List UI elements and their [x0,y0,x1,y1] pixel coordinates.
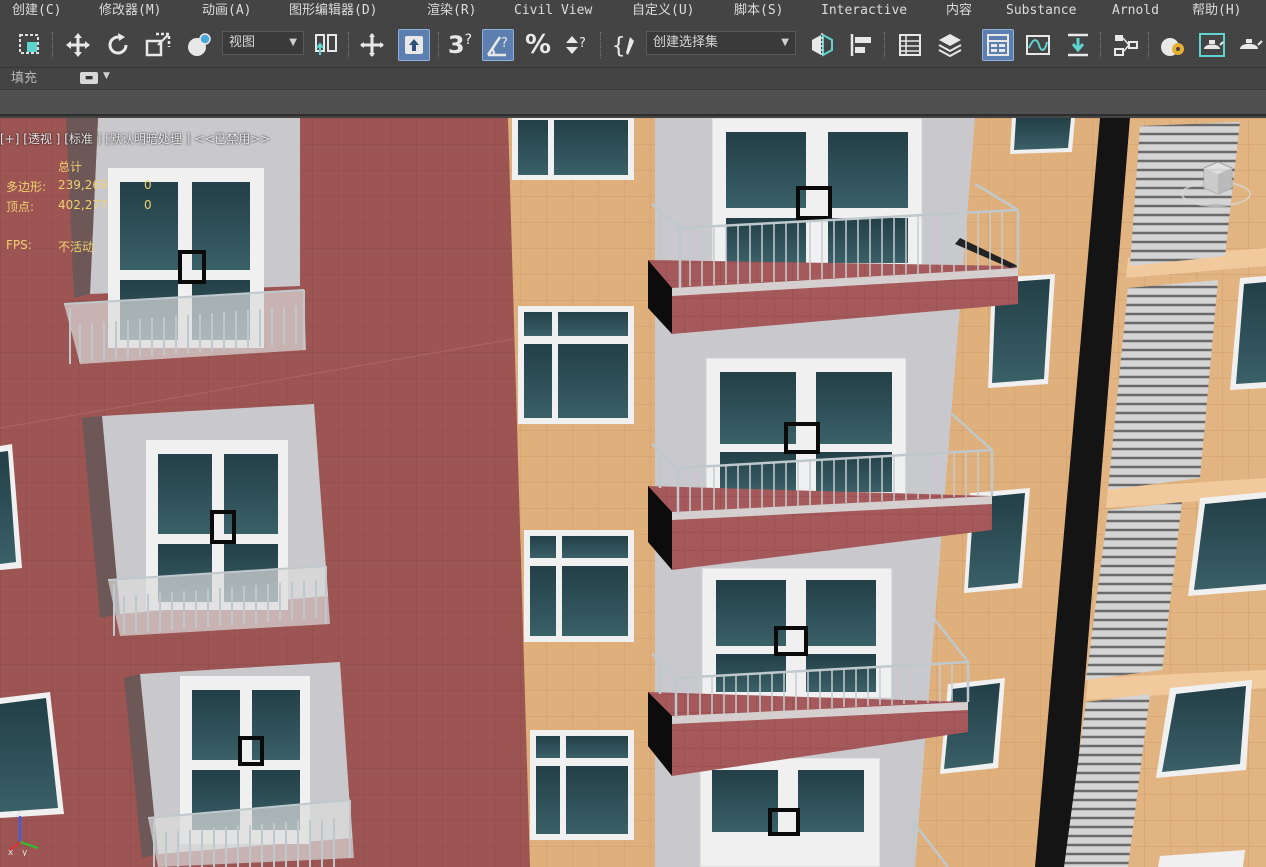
menu-interactive[interactable]: Interactive [821,2,907,20]
axis-tripod-icon: z x y [8,809,39,856]
reference-coordinate-select[interactable]: 视图 ▼ [222,31,304,55]
stats-verts-label: 顶点: [6,200,35,214]
named-selection-placeholder: 创建选择集 [653,35,719,50]
edit-named-selection-icon[interactable]: { [608,29,640,61]
viewport-label[interactable]: [+] [透视 ] [标准 ] [默认明暗处理 ] <<已禁用>> [0,130,270,147]
snap-mode-label: 3 [447,31,465,59]
menu-arnold[interactable]: Arnold [1112,2,1159,20]
svg-text:{: { [612,34,625,59]
toggle-ribbon-icon[interactable] [982,29,1014,61]
axis-label-x: x [8,848,14,856]
stats-polys-label: 多边形: [6,180,47,194]
dope-sheet-icon[interactable] [1062,29,1094,61]
chevron-down-icon[interactable]: ▼ [103,71,110,81]
stats-header: 总计 [58,160,83,174]
schematic-view-icon[interactable] [1110,29,1142,61]
chevron-down-icon: ▼ [781,37,789,48]
menu-rendering[interactable]: 渲染(R) [427,2,476,20]
axis-label-z: z [16,809,21,819]
main-toolbar: 视图 ▼ 3? ? % ? { 创建选择集 ▼ [0,22,1266,68]
toggle-layers-icon[interactable] [934,29,966,61]
menu-bar: 创建(C) 修改器(M) 动画(A) 图形编辑器(D) 渲染(R) Civil … [0,0,1266,22]
axis-label-y: y [22,848,28,856]
stats-verts-selected: 0 [144,198,152,212]
menu-substance[interactable]: Substance [1006,2,1076,20]
stats-fps-label: FPS: [6,238,32,252]
layer-explorer-icon[interactable] [894,29,926,61]
scale-icon[interactable] [142,29,174,61]
menu-graph-editors[interactable]: 图形编辑器(D) [289,2,377,20]
render-setup-icon[interactable] [1196,29,1228,61]
svg-text:?: ? [579,36,586,51]
material-editor-icon[interactable] [1156,29,1188,61]
menu-animation[interactable]: 动画(A) [202,2,251,20]
chevron-down-icon: ▼ [289,37,297,48]
menu-content[interactable]: 内容 [946,2,972,20]
menu-create[interactable]: 创建(C) [12,2,61,20]
spinner-snap-icon[interactable]: ? [560,29,592,61]
toolbar-separator [348,32,350,58]
menu-scripting[interactable]: 脚本(S) [734,2,783,20]
toolbar-separator [600,32,602,58]
snaps-toggle-icon[interactable]: 3? [444,29,476,61]
viewport-scene [0,118,1266,867]
stats-polys-selected: 0 [144,178,152,192]
curve-editor-icon[interactable] [1022,29,1054,61]
menu-customize[interactable]: 自定义(U) [632,2,694,20]
select-manipulate-icon[interactable] [356,29,388,61]
move-icon[interactable] [62,29,94,61]
stats-verts-value: 402,277 [58,198,108,212]
ribbon-bar: 填充 ▬ ▼ [0,68,1266,90]
mirror-icon[interactable] [806,29,838,61]
menu-modifiers[interactable]: 修改器(M) [99,2,161,20]
use-pivot-center-icon[interactable] [310,29,342,61]
viewcube-icon[interactable] [1180,154,1252,212]
rotate-icon[interactable] [102,29,134,61]
toolbar-separator [1100,32,1102,58]
stats-fps-value: 不活动 [58,240,95,254]
reference-coordinate-value: 视图 [229,35,256,50]
place-icon[interactable] [182,29,214,61]
percent-glyph: % [524,30,552,60]
keyboard-shortcut-override-icon[interactable] [398,29,430,61]
select-region-icon[interactable] [14,29,46,61]
toolbar-separator [438,32,440,58]
align-icon[interactable] [846,29,878,61]
menu-help[interactable]: 帮助(H) [1192,2,1241,20]
percent-snap-icon[interactable]: % [522,29,554,61]
ribbon-tab-populate[interactable]: 填充 [11,70,37,88]
menu-civil-view[interactable]: Civil View [514,2,592,20]
render-production-icon[interactable] [1234,29,1266,61]
angle-snap-icon[interactable]: ? [482,29,514,61]
ribbon-toggle-icon[interactable]: ▬ [80,72,98,84]
svg-text:?: ? [501,36,508,51]
named-selection-set-select[interactable]: 创建选择集 ▼ [646,31,796,55]
toolbar-separator [884,32,886,58]
toolbar-separator [1148,32,1150,58]
ribbon-panel-collapsed [0,90,1266,116]
perspective-viewport[interactable]: [+] [透视 ] [标准 ] [默认明暗处理 ] <<已禁用>> 总计 多边形… [0,118,1266,867]
stats-polys-value: 239,269 [58,178,108,192]
toolbar-separator [52,32,54,58]
